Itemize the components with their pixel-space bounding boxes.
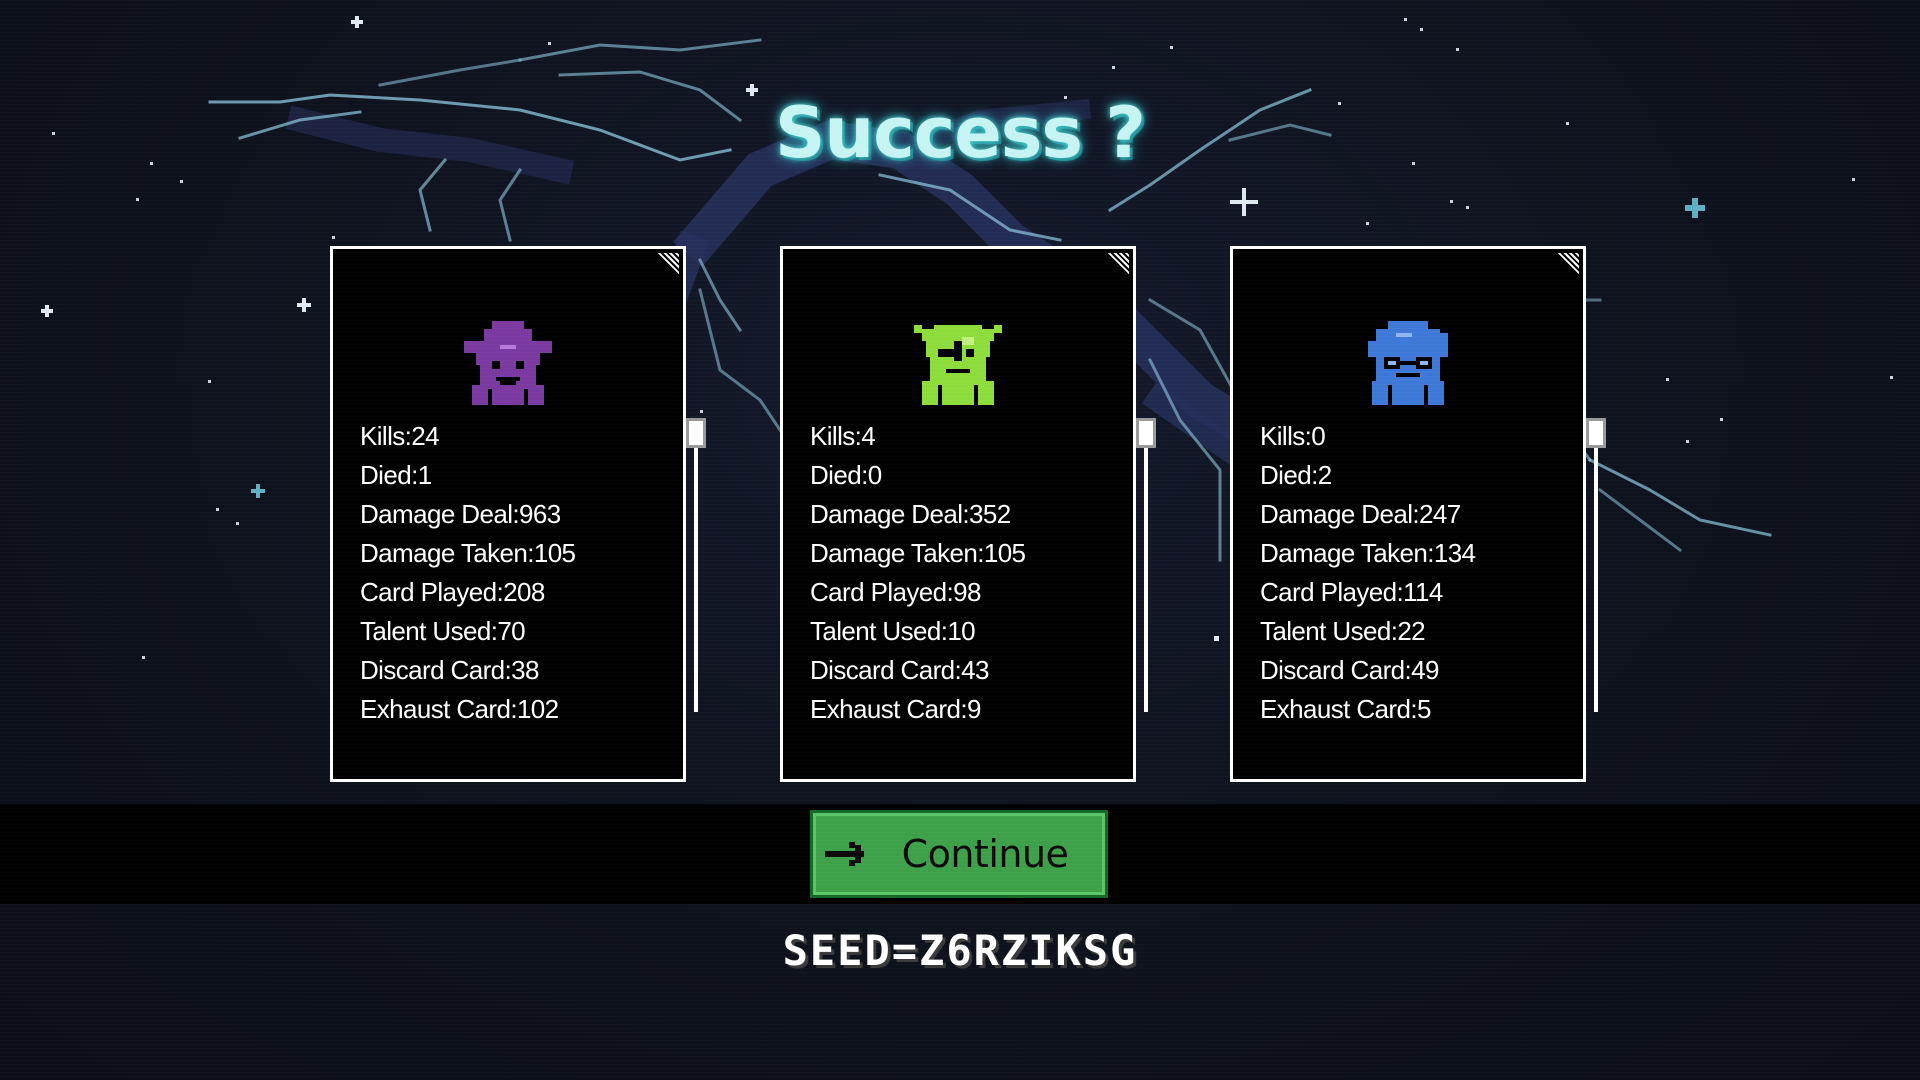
stat-talent-used: Talent Used:70 <box>360 616 526 646</box>
stat-damage-deal: Damage Deal:352 <box>810 499 1011 529</box>
blue-mage-icon <box>1368 321 1448 405</box>
character-stats-card-witch: Kills:24 Died:1 Damage Deal:963 Damage T… <box>330 246 686 782</box>
card-scrollbar-thumb[interactable] <box>1136 418 1156 448</box>
stat-kills: Kills:0 <box>1260 421 1326 451</box>
stat-died: Died:1 <box>360 460 432 490</box>
stat-card-played: Card Played:98 <box>810 577 981 607</box>
card-scrollbar-thumb[interactable] <box>1586 418 1606 448</box>
stat-kills: Kills:24 <box>360 421 440 451</box>
game-summary-screen: Success ? Kills:24 Died:1 Damage Deal:96… <box>0 0 1920 1080</box>
stats-list: Kills:4 Died:0 Damage Deal:352 Damage Ta… <box>810 417 1026 729</box>
stats-list: Kills:24 Died:1 Damage Deal:963 Damage T… <box>360 417 576 729</box>
stat-discard-card: Discard Card:43 <box>810 655 989 685</box>
stat-exhaust-card: Exhaust Card:9 <box>810 694 981 724</box>
run-seed: SEED=Z6RZIKSG <box>782 926 1138 975</box>
stat-card-played: Card Played:114 <box>1260 577 1443 607</box>
stat-exhaust-card: Exhaust Card:102 <box>360 694 559 724</box>
continue-button[interactable]: Continue <box>810 810 1108 898</box>
stat-discard-card: Discard Card:49 <box>1260 655 1439 685</box>
card-scrollbar-thumb[interactable] <box>686 418 706 448</box>
card-scrollbar-track[interactable] <box>694 430 698 712</box>
stat-damage-taken: Damage Taken:105 <box>360 538 576 568</box>
stat-damage-taken: Damage Taken:105 <box>810 538 1026 568</box>
green-goblin-icon <box>914 325 1002 405</box>
stat-exhaust-card: Exhaust Card:5 <box>1260 694 1431 724</box>
card-corner-decoration <box>657 253 679 275</box>
continue-button-label: Continue <box>901 832 1069 876</box>
card-corner-decoration <box>1557 253 1579 275</box>
stat-talent-used: Talent Used:22 <box>1260 616 1426 646</box>
stat-damage-deal: Damage Deal:247 <box>1260 499 1461 529</box>
purple-witch-hat-icon <box>464 321 552 405</box>
stat-damage-deal: Damage Deal:963 <box>360 499 561 529</box>
stat-kills: Kills:4 <box>810 421 876 451</box>
card-corner-decoration <box>1107 253 1129 275</box>
stat-died: Died:0 <box>810 460 882 490</box>
stat-talent-used: Talent Used:10 <box>810 616 976 646</box>
stat-card-played: Card Played:208 <box>360 577 545 607</box>
character-stats-card-goblin: Kills:4 Died:0 Damage Deal:352 Damage Ta… <box>780 246 1136 782</box>
character-stats-card-mage: Kills:0 Died:2 Damage Deal:247 Damage Ta… <box>1230 246 1586 782</box>
card-scrollbar-track[interactable] <box>1144 430 1148 712</box>
card-scrollbar-track[interactable] <box>1594 430 1598 712</box>
stat-discard-card: Discard Card:38 <box>360 655 539 685</box>
arrow-right-icon <box>825 842 864 866</box>
result-title: Success ? <box>774 92 1146 174</box>
stats-list: Kills:0 Died:2 Damage Deal:247 Damage Ta… <box>1260 417 1476 729</box>
stat-died: Died:2 <box>1260 460 1332 490</box>
stat-damage-taken: Damage Taken:134 <box>1260 538 1476 568</box>
